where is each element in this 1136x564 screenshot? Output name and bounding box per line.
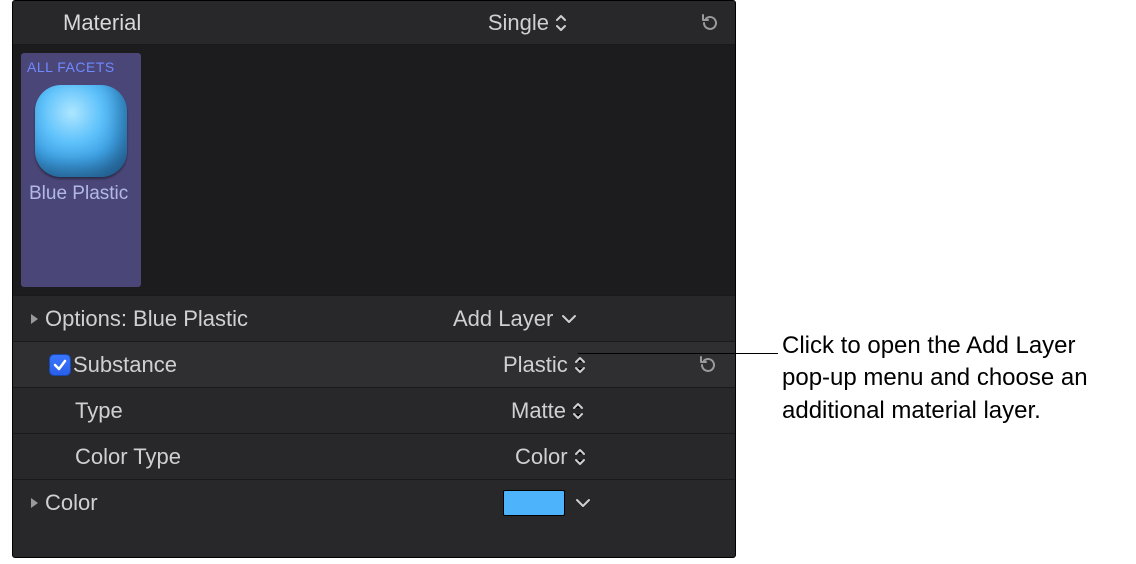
options-disclosure[interactable] [23,312,45,326]
substance-label: Substance [73,352,177,378]
add-layer-label: Add Layer [453,306,553,332]
substance-value: Plastic [503,352,568,378]
facet-card-all[interactable]: ALL FACETS Blue Plastic [21,53,141,287]
type-row: Type Matte [13,387,735,433]
chevron-down-icon [575,497,591,509]
options-label: Options: Blue Plastic [45,306,248,332]
material-mode-popup[interactable]: Single [488,10,567,36]
facet-badge: ALL FACETS [27,59,135,75]
material-header-row: Material Single [13,1,735,45]
updown-icon [555,14,567,32]
color-type-row: Color Type Color [13,433,735,479]
color-label: Color [45,490,98,516]
updown-icon [574,356,586,374]
color-disclosure[interactable] [23,496,45,510]
substance-reset-button[interactable] [697,354,719,376]
add-layer-popup[interactable]: Add Layer [453,306,577,332]
callout-text: Click to open the Add Layer pop-up menu … [782,330,1122,427]
check-icon [52,357,68,373]
color-dropdown[interactable] [575,497,591,509]
material-reset-button[interactable] [699,12,721,34]
type-value-popup[interactable]: Matte [511,398,584,424]
color-row: Color [13,479,735,525]
substance-row: Substance Plastic [13,341,735,387]
callout-leader-line [578,353,778,354]
color-type-value-popup[interactable]: Color [515,444,586,470]
color-swatch[interactable] [503,490,565,516]
parameter-list: Options: Blue Plastic Add Layer Substanc… [13,295,735,525]
disclosure-right-icon [28,312,40,326]
type-value: Matte [511,398,566,424]
material-inspector-panel: Material Single ALL FACETS Bl [12,0,736,558]
type-label: Type [75,398,123,424]
updown-icon [572,402,584,420]
material-preview-swatch [35,85,127,177]
facet-material-name: Blue Plastic [27,183,135,205]
disclosure-right-icon [28,496,40,510]
substance-enable-checkbox[interactable] [49,354,71,376]
substance-value-popup[interactable]: Plastic [503,352,586,378]
options-row: Options: Blue Plastic Add Layer [13,295,735,341]
material-facets-well: ALL FACETS Blue Plastic [13,45,735,295]
updown-icon [574,448,586,466]
chevron-down-icon [561,313,577,325]
material-header-title: Material [63,10,141,36]
material-mode-value: Single [488,10,549,36]
reset-icon [697,354,719,376]
color-type-label: Color Type [75,444,181,470]
reset-icon [699,12,721,34]
color-type-value: Color [515,444,568,470]
